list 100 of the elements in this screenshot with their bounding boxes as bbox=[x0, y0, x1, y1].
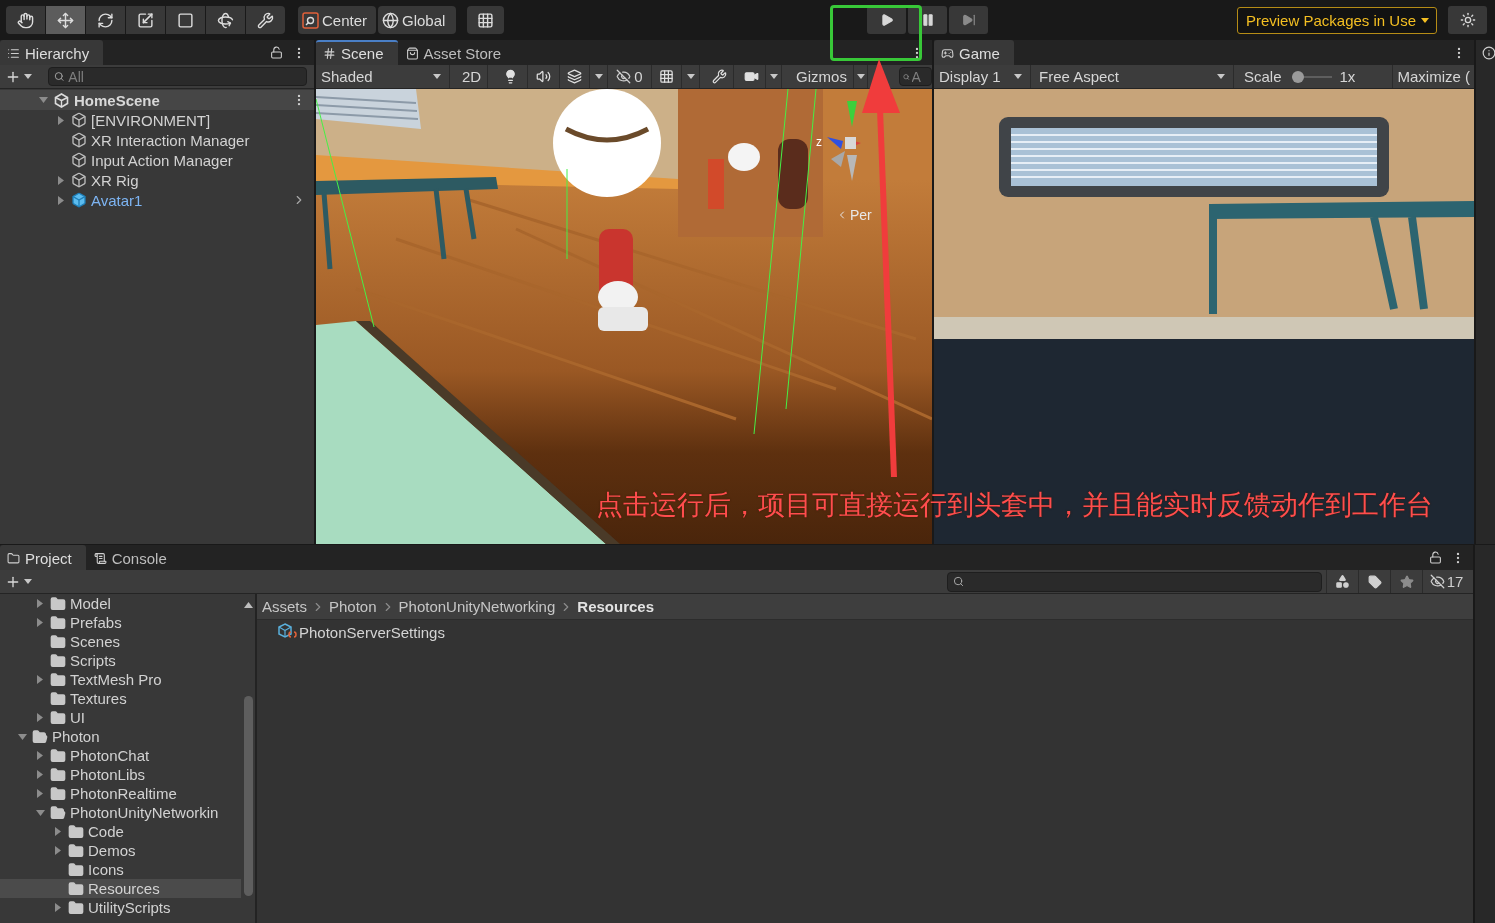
hierarchy-item[interactable]: XR Interaction Manager bbox=[91, 131, 250, 149]
search-field[interactable]: All bbox=[48, 67, 307, 86]
snap-button[interactable] bbox=[467, 6, 504, 34]
folder-label[interactable]: Scripts bbox=[70, 652, 116, 669]
cube-braces-icon bbox=[278, 623, 297, 641]
folder-label[interactable]: Demos bbox=[88, 842, 136, 859]
tool-button[interactable] bbox=[126, 6, 165, 34]
tool-button[interactable] bbox=[206, 6, 245, 34]
disclosure-triangle-icon[interactable] bbox=[55, 827, 61, 836]
breadcrumb-link[interactable]: Resources bbox=[577, 598, 655, 615]
panel-tab[interactable]: Console bbox=[86, 545, 181, 570]
disclosure-triangle-icon[interactable] bbox=[37, 618, 43, 627]
search-field[interactable] bbox=[947, 571, 1322, 592]
disclosure-triangle-icon[interactable] bbox=[35, 809, 45, 816]
folder-label[interactable]: Scenes bbox=[70, 633, 121, 650]
disclosure-triangle-icon[interactable] bbox=[17, 733, 27, 740]
pivot-button[interactable]: Global bbox=[378, 6, 456, 34]
panel-tab[interactable]: Project bbox=[0, 545, 86, 570]
play-button[interactable] bbox=[867, 6, 906, 34]
caret-icon bbox=[856, 74, 865, 79]
gamepad-icon bbox=[941, 47, 954, 60]
open-folder-icon bbox=[32, 728, 48, 745]
caret-icon bbox=[594, 74, 603, 79]
step-button[interactable] bbox=[949, 6, 988, 34]
wrench-icon bbox=[257, 11, 274, 29]
file-item[interactable]: PhotonServerSettings bbox=[278, 623, 445, 641]
disclosure-triangle-icon[interactable] bbox=[37, 751, 43, 760]
folder-label[interactable]: Code bbox=[88, 823, 124, 840]
scrollbar-thumb[interactable] bbox=[243, 696, 253, 896]
folder-icon bbox=[50, 671, 66, 688]
tool-button[interactable] bbox=[6, 6, 45, 34]
breadcrumb-link[interactable]: Photon bbox=[329, 598, 377, 615]
hierarchy-item[interactable]: Avatar1 bbox=[91, 191, 143, 209]
caret-icon bbox=[24, 74, 32, 79]
panel-tab[interactable]: Scene bbox=[316, 40, 398, 65]
cube-icon bbox=[71, 132, 87, 148]
folder-label[interactable]: Resources bbox=[88, 880, 160, 897]
folder-icon bbox=[68, 842, 84, 859]
disclosure-triangle-icon[interactable] bbox=[55, 903, 61, 912]
search-input[interactable]: All bbox=[68, 69, 301, 84]
folder-label[interactable]: PhotonUnityNetworkin bbox=[70, 804, 219, 821]
hierarchy-item[interactable]: [ENVIRONMENT] bbox=[91, 111, 211, 129]
folder-label[interactable]: Model bbox=[70, 595, 111, 612]
panel-tab[interactable]: Game bbox=[934, 40, 1014, 65]
pause-button[interactable] bbox=[908, 6, 947, 34]
eye-off-icon bbox=[616, 69, 632, 84]
disclosure-triangle-icon[interactable] bbox=[58, 115, 64, 125]
folder-label[interactable]: TextMesh Pro bbox=[70, 671, 162, 688]
tool-button[interactable] bbox=[246, 6, 285, 34]
disclosure-triangle-icon[interactable] bbox=[37, 770, 43, 779]
selected-row[interactable]: Resources bbox=[0, 879, 241, 898]
search-input[interactable]: A bbox=[911, 69, 928, 84]
panel-tab[interactable]: Asset Store bbox=[398, 40, 516, 65]
tool-button[interactable] bbox=[86, 6, 125, 34]
globe-icon bbox=[382, 11, 399, 29]
search-icon bbox=[953, 576, 964, 587]
preview-packages-button[interactable]: Preview Packages in Use bbox=[1236, 6, 1437, 34]
tool-button[interactable] bbox=[46, 6, 85, 34]
disclosure-triangle-icon[interactable] bbox=[37, 789, 43, 798]
settings-button[interactable] bbox=[1448, 6, 1487, 34]
folder-label[interactable]: PhotonRealtime bbox=[70, 785, 177, 802]
pivot-icon bbox=[302, 11, 319, 29]
breadcrumb-link[interactable]: PhotonUnityNetworking bbox=[398, 598, 556, 615]
disclosure-triangle-icon[interactable] bbox=[55, 846, 61, 855]
disclosure-triangle-icon[interactable] bbox=[37, 599, 43, 608]
caret-icon bbox=[433, 74, 441, 79]
folder-icon bbox=[50, 614, 66, 631]
pivot-button[interactable]: Center bbox=[298, 6, 376, 34]
folder-label[interactable]: UtilityScripts bbox=[88, 899, 171, 916]
scene-header-row[interactable]: HomeScene bbox=[0, 90, 314, 110]
folder-icon bbox=[50, 690, 66, 707]
hierarchy-item[interactable]: Input Action Manager bbox=[91, 151, 233, 169]
slider-thumb[interactable] bbox=[1291, 70, 1304, 83]
disclosure-triangle-icon[interactable] bbox=[37, 713, 43, 722]
folder-label[interactable]: PhotonChat bbox=[70, 747, 150, 764]
folder-label[interactable]: Prefabs bbox=[70, 614, 122, 631]
folder-label[interactable]: Photon bbox=[52, 728, 100, 745]
lock-icon[interactable] bbox=[1429, 551, 1442, 564]
pause-icon bbox=[920, 13, 935, 27]
dropdown-button[interactable] bbox=[854, 65, 868, 88]
folder-label[interactable]: PhotonLibs bbox=[70, 766, 146, 783]
disclosure-triangle-icon[interactable] bbox=[58, 195, 64, 205]
scroll-up-arrow-icon[interactable] bbox=[243, 602, 253, 608]
folder-label[interactable]: Icons bbox=[88, 861, 124, 878]
tool-button[interactable] bbox=[166, 6, 205, 34]
scrollbar[interactable] bbox=[241, 594, 257, 923]
panel-tab[interactable]: Hierarchy bbox=[0, 40, 104, 65]
caret-icon bbox=[1421, 17, 1429, 23]
breadcrumb-link[interactable]: Assets bbox=[262, 598, 307, 615]
folder-label[interactable]: Textures bbox=[70, 690, 127, 707]
search-field[interactable]: A bbox=[899, 67, 932, 86]
info-icon[interactable] bbox=[1482, 46, 1495, 60]
disclosure-triangle-icon[interactable] bbox=[58, 175, 64, 185]
lock-icon[interactable] bbox=[270, 46, 283, 59]
folder-label[interactable]: UI bbox=[70, 709, 85, 726]
caret-icon bbox=[686, 74, 695, 79]
hierarchy-item[interactable]: XR Rig bbox=[91, 171, 139, 189]
disclosure-triangle-icon[interactable] bbox=[37, 675, 43, 684]
disclosure-triangle-icon[interactable] bbox=[38, 97, 48, 103]
scroll-icon bbox=[93, 552, 107, 565]
